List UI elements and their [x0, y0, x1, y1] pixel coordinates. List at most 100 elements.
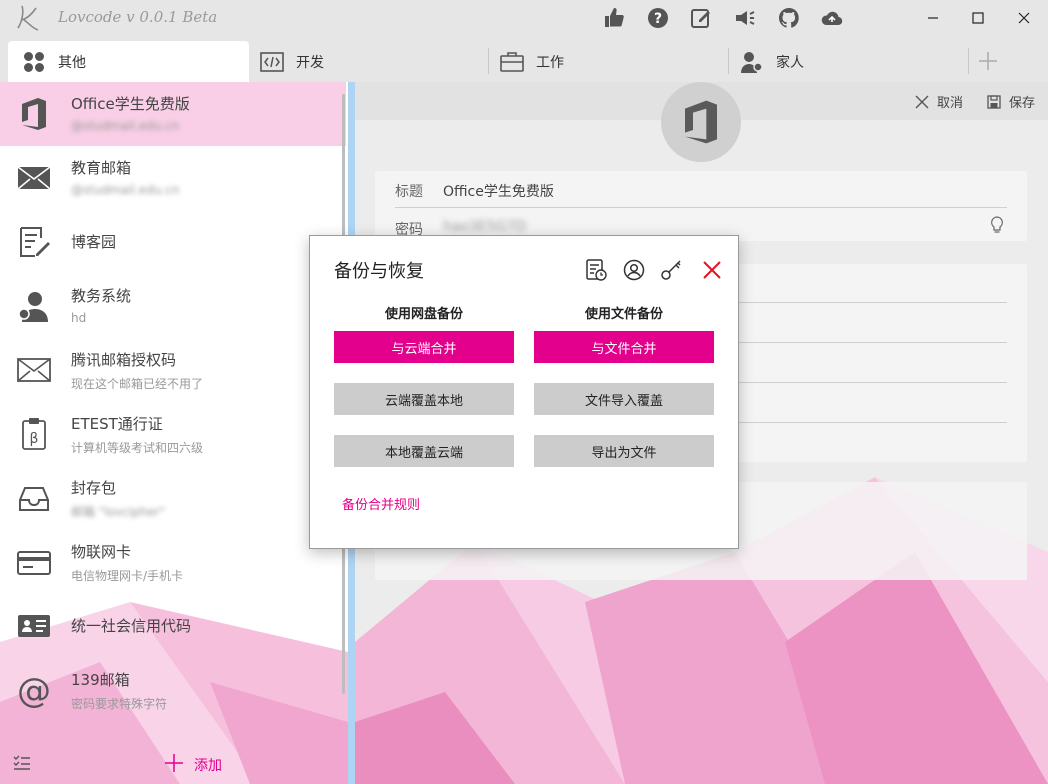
tab-family[interactable]: 家人 — [740, 41, 960, 82]
item-title: ETEST通行证 — [71, 415, 163, 433]
item-subtitle: 邮箱 "lovcipher" — [71, 505, 166, 519]
svg-text:@: @ — [17, 672, 51, 708]
tab-label: 家人 — [776, 54, 804, 71]
add-label: 添加 — [194, 758, 222, 774]
list-item[interactable]: 教育邮箱 @studmail.edu.cn — [0, 146, 346, 210]
account-icon[interactable] — [622, 258, 646, 282]
backup-dialog: 备份与恢复 使用网盘备份 使用文件备份 与云端合并 与文件合并 云端覆盖本地 文… — [309, 235, 739, 549]
add-tab-icon[interactable] — [978, 51, 998, 71]
merge-file-button[interactable]: 与文件合并 — [534, 331, 714, 363]
item-title: 139邮箱 — [71, 671, 130, 689]
edit-icon[interactable] — [689, 6, 713, 30]
user-admin-icon — [18, 292, 48, 322]
export-file-button[interactable]: 导出为文件 — [534, 435, 714, 467]
list-item[interactable]: 博客园 — [0, 210, 346, 274]
add-button[interactable]: 添加 — [164, 742, 244, 784]
svg-text:β: β — [30, 431, 39, 447]
megaphone-icon[interactable] — [733, 6, 757, 30]
lightbulb-icon[interactable] — [990, 216, 1004, 234]
list-item[interactable]: Office学生免费版 @studmail.edu.cn — [0, 82, 346, 146]
item-title: 教务系统 — [71, 287, 132, 305]
close-icon[interactable] — [700, 258, 724, 282]
list-item[interactable]: 物联网卡 电信物理网卡/手机卡 — [0, 530, 346, 594]
save-icon — [987, 94, 1001, 109]
code-icon — [260, 51, 284, 72]
tab-other[interactable]: 其他 — [8, 41, 249, 82]
svg-text:?: ? — [654, 11, 662, 27]
tab-bar: 其他 开发 工作 家人 — [0, 38, 1048, 82]
title-field-label: 标题 — [395, 184, 423, 200]
app-logo-icon — [17, 5, 39, 31]
item-subtitle: 计算机等级考试和四六级 — [71, 441, 204, 455]
help-icon[interactable]: ? — [646, 6, 670, 30]
file-backup-heading: 使用文件备份 — [584, 307, 663, 322]
cloud-sync-icon[interactable] — [820, 6, 844, 30]
title-bar: Lovcode v 0.0.1 Beta ? — [0, 0, 1048, 38]
list-item[interactable]: β ETEST通行证 计算机等级考试和四六级 — [0, 402, 346, 466]
checklist-icon[interactable] — [13, 755, 31, 771]
save-label: 保存 — [1009, 96, 1036, 111]
tab-separator — [728, 48, 729, 74]
item-subtitle: @studmail.edu.cn — [71, 183, 180, 197]
tab-label: 开发 — [296, 54, 324, 71]
tab-label: 工作 — [536, 54, 564, 71]
mail-icon — [17, 166, 51, 190]
item-title: 物联网卡 — [71, 543, 132, 561]
office-icon — [22, 98, 46, 130]
field-card: 标题 Office学生免费版 密码 hao3E5G7D — [375, 171, 1027, 241]
key-icon[interactable] — [660, 258, 684, 282]
merge-rules-link[interactable]: 备份合并规则 — [342, 494, 420, 513]
list-item[interactable]: @ 139邮箱 密码要求特殊字符 — [0, 658, 346, 722]
cancel-label: 取消 — [937, 96, 964, 111]
item-subtitle: @studmail.edu.cn — [71, 119, 180, 133]
file-import-overwrite-button[interactable]: 文件导入覆盖 — [534, 383, 714, 415]
cloud-overwrite-local-button[interactable]: 云端覆盖本地 — [334, 383, 514, 415]
briefcase-icon — [500, 51, 524, 72]
grid-icon — [24, 51, 44, 72]
maximize-icon[interactable] — [963, 4, 993, 32]
list-item[interactable]: 教务系统 hd — [0, 274, 346, 338]
id-card-icon — [18, 615, 50, 637]
app-title: Lovcode v 0.0.1 Beta — [58, 8, 218, 26]
merge-cloud-button[interactable]: 与云端合并 — [334, 331, 514, 363]
cancel-button[interactable]: 取消 — [915, 92, 963, 111]
entry-list: Office学生免费版 @studmail.edu.cn 教育邮箱 @studm… — [0, 82, 348, 784]
minimize-icon[interactable] — [918, 4, 948, 32]
backup-history-icon[interactable] — [584, 258, 608, 282]
save-button[interactable]: 保存 — [987, 92, 1035, 111]
list-footer: 添加 — [0, 742, 346, 784]
list-item[interactable]: 统一社会信用代码 — [0, 594, 346, 658]
tab-label: 其他 — [58, 54, 86, 71]
tab-work[interactable]: 工作 — [500, 41, 720, 82]
password-field-value[interactable]: hao3E5G7D — [443, 219, 526, 235]
card-icon — [17, 551, 51, 575]
close-icon[interactable] — [1009, 4, 1039, 32]
cloud-backup-heading: 使用网盘备份 — [384, 307, 463, 322]
title-field-value[interactable]: Office学生免费版 — [443, 181, 554, 201]
dialog-title: 备份与恢复 — [334, 261, 424, 282]
note-edit-icon — [20, 227, 50, 257]
office-icon — [685, 100, 717, 144]
item-title: 腾讯邮箱授权码 — [71, 351, 177, 369]
item-title: 教育邮箱 — [71, 159, 132, 177]
list-item[interactable]: 腾讯邮箱授权码 现在这个邮箱已经不用了 — [0, 338, 346, 402]
item-subtitle: hd — [71, 311, 87, 325]
thumbs-up-icon[interactable] — [602, 6, 626, 30]
mail-outline-icon — [17, 358, 51, 382]
entry-avatar — [661, 82, 741, 162]
list-item[interactable]: 封存包 邮箱 "lovcipher" — [0, 466, 346, 530]
item-title: 封存包 — [71, 479, 117, 497]
item-subtitle: 密码要求特殊字符 — [71, 697, 168, 711]
close-icon — [915, 95, 929, 108]
tab-separator — [968, 48, 969, 74]
tab-dev[interactable]: 开发 — [260, 41, 480, 82]
local-overwrite-cloud-button[interactable]: 本地覆盖云端 — [334, 435, 514, 467]
github-icon[interactable] — [777, 6, 801, 30]
plus-icon — [165, 754, 183, 772]
item-subtitle: 现在这个邮箱已经不用了 — [71, 377, 204, 391]
people-icon — [741, 51, 763, 73]
item-title: Office学生免费版 — [71, 95, 190, 113]
item-subtitle: 电信物理网卡/手机卡 — [71, 569, 184, 583]
field-divider — [395, 207, 1007, 208]
item-title: 统一社会信用代码 — [71, 617, 192, 635]
